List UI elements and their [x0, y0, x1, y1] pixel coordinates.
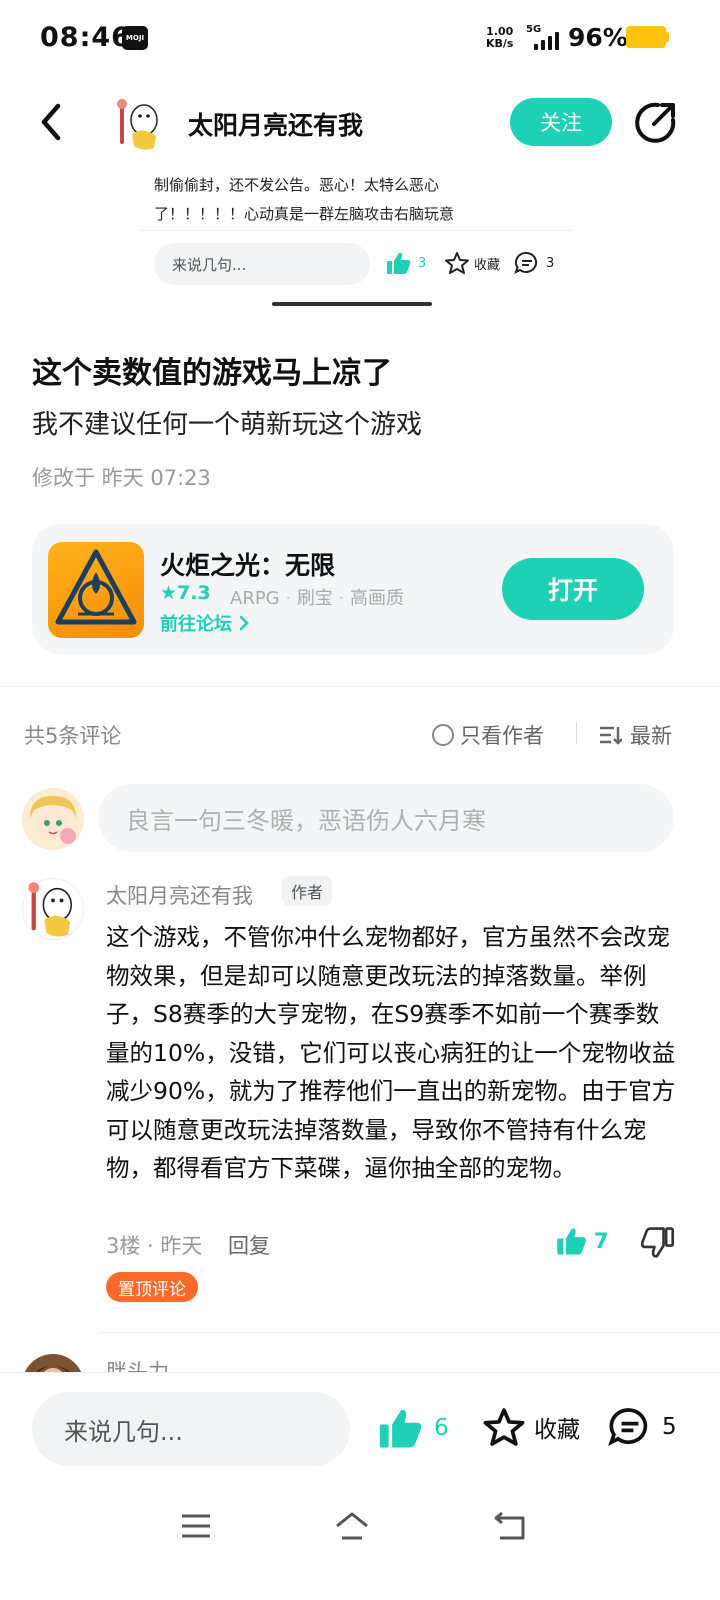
author-avatar[interactable] [112, 96, 168, 152]
post-comment-button[interactable]: 5 [608, 1406, 677, 1448]
post-title: 这个卖数值的游戏马上凉了 [32, 356, 392, 391]
menu-icon[interactable] [178, 1510, 214, 1542]
rating-star-icon: ★ [160, 582, 178, 604]
return-icon[interactable] [492, 1510, 528, 1542]
game-tag: 高画质 [350, 588, 404, 609]
follow-button[interactable]: 关注 [510, 98, 612, 146]
drag-handle[interactable] [272, 302, 432, 306]
forum-link-label: 前往论坛 [160, 614, 232, 635]
preview-comment-button[interactable]: 3 [514, 251, 554, 275]
signal-icon [534, 30, 562, 50]
post-favorite-label: 收藏 [534, 1417, 580, 1443]
game-rating-value: 7.3 [177, 582, 211, 604]
comment-bubble-icon [608, 1408, 648, 1446]
post-like-count: 6 [434, 1415, 449, 1441]
comment-avatar[interactable] [22, 878, 84, 940]
game-rating: ★7.3 [160, 582, 211, 604]
sort-toggle[interactable]: 最新 [598, 720, 672, 750]
thumbs-up-icon [379, 1409, 422, 1448]
post-modified-time: 修改于 昨天 07:23 [32, 466, 211, 490]
thumbs-up-icon [557, 1228, 586, 1255]
preview-like-count: 3 [418, 255, 427, 271]
comment-bubble-icon [514, 251, 538, 274]
preview-favorite-button[interactable]: 收藏 [444, 251, 500, 275]
game-tag: 刷宝 [296, 588, 333, 609]
open-game-button[interactable]: 打开 [502, 558, 644, 620]
game-name[interactable]: 火炬之光：无限 [160, 546, 335, 582]
comment-like-button[interactable]: 7 [556, 1226, 609, 1256]
divider [576, 722, 577, 744]
forum-link[interactable]: 前往论坛 [160, 610, 250, 636]
comments-count: 共5条评论 [24, 724, 122, 748]
reply-button[interactable]: 回复 [228, 1230, 270, 1260]
author-name[interactable]: 太阳月亮还有我 [188, 106, 363, 142]
my-avatar[interactable] [22, 788, 84, 850]
post-like-button[interactable]: 6 [378, 1406, 449, 1450]
comment-like-count: 7 [594, 1229, 609, 1253]
preview-like-button[interactable]: 3 [386, 251, 426, 275]
preview-favorite-label: 收藏 [474, 257, 501, 273]
chevron-right-icon [240, 615, 250, 631]
game-icon[interactable] [48, 542, 144, 638]
pinned-comment-badge: 置顶评论 [106, 1272, 198, 1302]
post-comment-count: 5 [662, 1414, 677, 1440]
battery-cap [666, 32, 669, 42]
preview-comment-count: 3 [546, 255, 555, 271]
post-subtitle: 我不建议任何一个萌新玩这个游戏 [32, 410, 423, 440]
preview-text-line: 制偷偷封，还不发公告。恶心！太特么恶心 [154, 176, 440, 194]
game-tags: ARPG · 刷宝 · 高画质 [230, 588, 404, 609]
star-icon [483, 1408, 525, 1446]
divider [140, 230, 572, 231]
comment-floor-time: 3楼 · 昨天 [106, 1234, 203, 1258]
sort-icon [600, 726, 622, 745]
preview-comment-input[interactable]: 来说几句... [154, 243, 370, 285]
author-badge: 作者 [282, 876, 333, 906]
battery-percent: 96% [568, 23, 628, 52]
divider [100, 1332, 720, 1333]
only-author-toggle[interactable]: 只看作者 [432, 720, 544, 750]
radio-circle-icon [432, 724, 454, 746]
bottom-comment-input[interactable]: 来说几句... [32, 1392, 350, 1466]
comment-author[interactable]: 太阳月亮还有我 [106, 880, 253, 910]
thumbs-down-icon[interactable] [640, 1226, 674, 1260]
preview-text-line: 了！！！！！心动真是一群左脑攻击右脑玩意 [154, 205, 455, 223]
comment-input[interactable]: 良言一句三冬暖，恶语伤人六月寒 [98, 784, 674, 852]
back-icon[interactable] [36, 102, 70, 142]
battery-icon [626, 26, 666, 48]
game-tag: ARPG [230, 588, 280, 609]
sort-label: 最新 [630, 724, 672, 748]
share-icon[interactable] [634, 100, 678, 144]
moji-app-icon: MOJI [122, 26, 148, 50]
status-time: 08:46 [40, 22, 131, 53]
only-author-label: 只看作者 [460, 724, 544, 748]
divider [0, 686, 720, 687]
star-icon [445, 252, 469, 274]
thumbs-up-icon [387, 252, 411, 274]
home-icon[interactable] [334, 1510, 370, 1542]
network-speed: 1.00 KB/s [486, 26, 513, 50]
comment-body: 这个游戏，不管你冲什么宠物都好，官方虽然不会改宠物效果，但是却可以随意更改玩法的… [106, 923, 676, 1182]
post-favorite-button[interactable]: 收藏 [482, 1406, 580, 1448]
network-speed-unit: KB/s [486, 37, 514, 50]
